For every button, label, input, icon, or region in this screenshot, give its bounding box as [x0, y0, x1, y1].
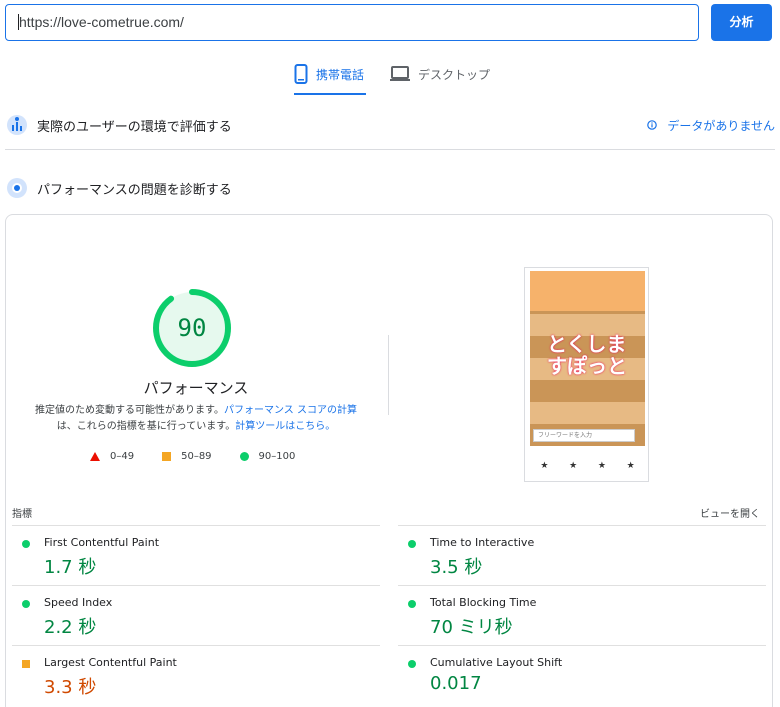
- metric-name: Total Blocking Time: [430, 596, 537, 609]
- screenshot-logo: とくしま すぽっと: [547, 333, 627, 377]
- good-indicator-icon: [22, 600, 30, 608]
- star-icon: ★: [597, 461, 606, 471]
- circle-icon: [239, 452, 249, 461]
- metric-value: 70 ミリ秒: [430, 617, 513, 638]
- score-gauge: 90: [152, 288, 232, 368]
- metric-value: 3.3 秒: [44, 677, 97, 698]
- metric-value: 0.017: [430, 673, 482, 694]
- tab-desktop-label: デスクトップ: [418, 68, 491, 82]
- metrics-header: 指標: [12, 509, 32, 520]
- tab-mobile[interactable]: 携帯電話: [294, 64, 367, 95]
- no-data-link[interactable]: データがありません: [647, 117, 775, 134]
- triangle-icon: [90, 452, 100, 461]
- metric-first-contentful-paint: First Contentful Paint 1.7 秒: [12, 525, 380, 585]
- good-indicator-icon: [408, 600, 416, 608]
- score-note: 推定値のため変動する可能性があります。パフォーマンス スコアの計算 は、これらの…: [26, 403, 366, 435]
- metric-name: Speed Index: [44, 596, 113, 609]
- mobile-phone-icon: [294, 64, 308, 87]
- metric-time-to-interactive: Time to Interactive 3.5 秒: [398, 525, 766, 585]
- star-icon: ★: [540, 461, 549, 471]
- metric-name: Time to Interactive: [430, 536, 535, 549]
- screenshot-bottom-nav: ★ ★ ★ ★: [530, 461, 645, 479]
- metric-name: Largest Contentful Paint: [44, 656, 177, 669]
- performance-card: 90 パフォーマンス 推定値のため変動する可能性があります。パフォーマンス スコ…: [5, 214, 773, 707]
- score-note-text-1: 推定値のため変動する可能性があります。: [35, 405, 224, 416]
- field-data-icon: [7, 115, 27, 135]
- lab-data-icon: [7, 178, 27, 198]
- calculator-link[interactable]: 計算ツールはこちら。: [235, 421, 335, 432]
- lab-data-title: パフォーマンスの問題を診断する: [37, 182, 232, 198]
- score-label: パフォーマンス: [143, 379, 249, 397]
- tab-mobile-label: 携帯電話: [316, 68, 365, 82]
- metric-value: 2.2 秒: [44, 617, 97, 638]
- metric-value: 3.5 秒: [430, 557, 483, 578]
- section-divider: [5, 149, 775, 150]
- score-calc-link[interactable]: パフォーマンス スコアの計算: [224, 405, 357, 416]
- metric-cumulative-layout-shift: Cumulative Layout Shift 0.017: [398, 645, 766, 705]
- field-data-section: 実際のユーザーの環境で評価する データがありません: [5, 114, 775, 136]
- legend-poor: 0–49: [90, 451, 134, 462]
- average-indicator-icon: [22, 660, 30, 668]
- page-screenshot-thumbnail: とくしま すぽっと フリーワードを入力 ★ ★ ★ ★: [524, 267, 649, 482]
- metrics-column-left: First Contentful Paint 1.7 秒 Speed Index…: [12, 525, 380, 705]
- score-note-text-2: は、これらの指標を基に行っています。: [56, 421, 236, 432]
- field-data-title: 実際のユーザーの環境で評価する: [37, 119, 232, 135]
- legend-good: 90–100: [239, 451, 296, 462]
- star-icon: ★: [569, 461, 578, 471]
- screenshot-logo-line1: とくしま: [547, 332, 627, 356]
- info-icon: [647, 119, 658, 133]
- tab-desktop[interactable]: デスクトップ: [390, 64, 490, 95]
- legend-average: 50–89: [162, 451, 212, 462]
- metric-largest-contentful-paint: Largest Contentful Paint 3.3 秒: [12, 645, 380, 705]
- good-indicator-icon: [408, 660, 416, 668]
- expand-view-toggle[interactable]: ビューを開く: [700, 505, 760, 520]
- score-legend: 0–49 50–89 90–100: [90, 451, 295, 462]
- star-icon: ★: [626, 461, 635, 471]
- vertical-divider: [388, 335, 389, 415]
- screenshot-search-box: フリーワードを入力: [533, 429, 635, 442]
- legend-good-label: 90–100: [258, 451, 296, 462]
- legend-poor-label: 0–49: [110, 451, 135, 462]
- screenshot-logo-line2: すぽっと: [547, 354, 627, 378]
- square-icon: [162, 452, 172, 461]
- metric-name: Cumulative Layout Shift: [430, 656, 563, 669]
- url-input[interactable]: https://love-cometrue.com/: [5, 4, 699, 41]
- metric-name: First Contentful Paint: [44, 536, 160, 549]
- analyze-button[interactable]: 分析: [711, 4, 772, 41]
- metrics-column-right: Time to Interactive 3.5 秒 Total Blocking…: [398, 525, 766, 705]
- lab-data-section: パフォーマンスの問題を診断する: [5, 177, 775, 199]
- legend-average-label: 50–89: [181, 451, 212, 462]
- good-indicator-icon: [408, 540, 416, 548]
- metric-total-blocking-time: Total Blocking Time 70 ミリ秒: [398, 585, 766, 645]
- good-indicator-icon: [22, 540, 30, 548]
- screenshot-header: [530, 271, 645, 311]
- metric-value: 1.7 秒: [44, 557, 97, 578]
- desktop-monitor-icon: [390, 64, 410, 85]
- url-text: https://love-cometrue.com/: [19, 14, 184, 30]
- score-value: 90: [177, 314, 207, 342]
- metric-speed-index: Speed Index 2.2 秒: [12, 585, 380, 645]
- no-data-label: データがありません: [667, 119, 775, 133]
